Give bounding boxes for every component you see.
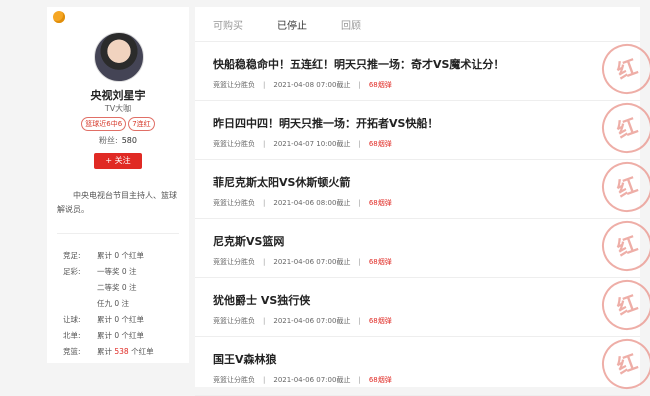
stat-value: 二等奖 0 注	[97, 283, 137, 292]
article-category: 竞篮让分胜负	[213, 317, 255, 325]
article-meta: 竞篮让分胜负 | 2021-04-06 07:00截止 | 68烟弹	[213, 316, 392, 326]
profile-bio: 中央电视台节目主持人、篮球解说员。	[57, 191, 177, 214]
stat-row: 足彩: 一等奖 0 注	[63, 264, 154, 280]
articles-panel: 可购买 已停止 回顾 快船稳稳命中！五连红！明天只推一场：奇才VS魔术让分！ 竞…	[195, 7, 650, 396]
red-stamp-icon: 红	[594, 272, 650, 338]
stat-label: 竞足:	[63, 251, 81, 260]
stat-value-prefix: 累计	[97, 347, 115, 356]
article-meta: 竞篮让分胜负 | 2021-04-08 07:00截止 | 68烟弹	[213, 80, 392, 90]
article-deadline: 2021-04-06 07:00截止	[273, 258, 351, 266]
coin-icon	[53, 11, 65, 23]
article-title[interactable]: 国王V森林狼	[213, 351, 277, 367]
stat-value-suffix: 个红单	[128, 347, 154, 356]
separator: |	[263, 140, 266, 148]
separator: |	[263, 258, 266, 266]
separator: |	[358, 317, 361, 325]
profile-badges: 篮球近6中6 7连红	[47, 117, 189, 131]
separator: |	[358, 81, 361, 89]
stat-label: 足彩:	[63, 267, 81, 276]
tab-stopped[interactable]: 已停止	[277, 17, 307, 32]
article-title[interactable]: 快船稳稳命中！五连红！明天只推一场：奇才VS魔术让分！	[213, 56, 504, 72]
fans-number: 580	[121, 136, 137, 145]
article-deadline: 2021-04-06 07:00截止	[273, 376, 351, 384]
article-meta: 竞篮让分胜负 | 2021-04-06 07:00截止 | 68烟弹	[213, 257, 392, 267]
fans-count: 粉丝: 580	[47, 135, 189, 146]
article-category: 竞篮让分胜负	[213, 81, 255, 89]
article-category: 竞篮让分胜负	[213, 258, 255, 266]
red-stamp-icon: 红	[594, 213, 650, 279]
stat-row: 竞足: 累计 0 个红单	[63, 248, 154, 264]
stat-value: 累计 0 个红单	[97, 251, 145, 260]
streak-badge: 7连红	[128, 117, 155, 131]
separator: |	[358, 376, 361, 384]
article-category: 竞篮让分胜负	[213, 376, 255, 384]
follow-button[interactable]: + 关注	[94, 153, 142, 169]
stat-label: 竞篮:	[63, 347, 81, 356]
separator: |	[358, 140, 361, 148]
article-deadline: 2021-04-07 10:00截止	[273, 140, 351, 148]
separator: |	[263, 317, 266, 325]
article-meta: 竞篮让分胜负 | 2021-04-06 08:00截止 | 68烟弹	[213, 198, 392, 208]
article-price: 68烟弹	[368, 81, 392, 89]
list-item[interactable]: 尼克斯VS篮网 竞篮让分胜负 | 2021-04-06 07:00截止 | 68烟弹 红	[195, 213, 650, 279]
separator: |	[263, 376, 266, 384]
stat-row: 任九 0 注	[63, 296, 154, 312]
article-title[interactable]: 尼克斯VS篮网	[213, 233, 284, 249]
separator: |	[358, 258, 361, 266]
article-price: 68烟弹	[368, 199, 392, 207]
profile-card: 央视刘星宇 TV大咖 篮球近6中6 7连红 粉丝: 580 + 关注 中央电视台节…	[47, 7, 189, 363]
stat-row: 二等奖 0 注	[63, 280, 154, 296]
stat-value: 累计 0 个红单	[97, 331, 145, 340]
separator: |	[358, 199, 361, 207]
stats-list: 竞足: 累计 0 个红单 足彩: 一等奖 0 注 二等奖 0 注 任九 0 注 让球…	[63, 248, 154, 360]
stat-value: 累计 538 个红单	[97, 344, 154, 360]
article-title[interactable]: 菲尼克斯太阳VS休斯顿火箭	[213, 174, 350, 190]
article-category: 竞篮让分胜负	[213, 140, 255, 148]
article-price: 68烟弹	[368, 258, 392, 266]
fans-label: 粉丝:	[99, 136, 118, 145]
stat-label: 让球:	[63, 315, 81, 324]
stat-highlight: 538	[114, 347, 129, 356]
stat-value: 任九 0 注	[97, 299, 130, 308]
article-deadline: 2021-04-06 08:00截止	[273, 199, 351, 207]
tab-available[interactable]: 可购买	[213, 17, 243, 32]
red-stamp-icon: 红	[594, 154, 650, 220]
list-item[interactable]: 犹他爵士 VS独行侠 竞篮让分胜负 | 2021-04-06 07:00截止 | 68烟…	[195, 272, 650, 338]
red-stamp-icon: 红	[594, 36, 650, 102]
list-item[interactable]: 菲尼克斯太阳VS休斯顿火箭 竞篮让分胜负 | 2021-04-06 08:00截止 |…	[195, 154, 650, 220]
article-meta: 竞篮让分胜负 | 2021-04-07 10:00截止 | 68烟弹	[213, 139, 392, 149]
list-item[interactable]: 国王V森林狼 竞篮让分胜负 | 2021-04-06 07:00截止 | 68烟弹 红	[195, 331, 650, 396]
stat-row: 竞篮: 累计 538 个红单	[63, 344, 154, 360]
separator: |	[263, 199, 266, 207]
tab-review[interactable]: 回顾	[341, 17, 361, 32]
article-meta: 竞篮让分胜负 | 2021-04-06 07:00截止 | 68烟弹	[213, 375, 392, 385]
profile-subtitle: TV大咖	[104, 104, 132, 113]
article-deadline: 2021-04-08 07:00截止	[273, 81, 351, 89]
article-deadline: 2021-04-06 07:00截止	[273, 317, 351, 325]
red-stamp-icon: 红	[594, 331, 650, 396]
article-price: 68烟弹	[368, 376, 392, 384]
stat-label: 北单:	[63, 331, 81, 340]
list-item[interactable]: 快船稳稳命中！五连红！明天只推一场：奇才VS魔术让分！ 竞篮让分胜负 | 2021-…	[195, 36, 650, 102]
profile-name: 央视刘星宇	[90, 89, 146, 102]
stat-label	[63, 296, 97, 312]
article-title[interactable]: 昨日四中四！明天只推一场：开拓者VS快船！	[213, 115, 438, 131]
article-title[interactable]: 犹他爵士 VS独行侠	[213, 292, 310, 308]
list-item[interactable]: 昨日四中四！明天只推一场：开拓者VS快船！ 竞篮让分胜负 | 2021-04-07 …	[195, 95, 650, 161]
separator: |	[263, 81, 266, 89]
stat-row: 北单: 累计 0 个红单	[63, 328, 154, 344]
divider	[57, 233, 179, 234]
record-badge: 篮球近6中6	[81, 117, 127, 131]
tab-bar: 可购买 已停止 回顾	[195, 7, 640, 42]
stat-label	[63, 280, 97, 296]
stat-value: 一等奖 0 注	[97, 267, 137, 276]
avatar[interactable]	[94, 32, 144, 82]
article-price: 68烟弹	[368, 140, 392, 148]
stat-row: 让球: 累计 0 个红单	[63, 312, 154, 328]
article-price: 68烟弹	[368, 317, 392, 325]
red-stamp-icon: 红	[594, 95, 650, 161]
stat-value: 累计 0 个红单	[97, 315, 145, 324]
article-category: 竞篮让分胜负	[213, 199, 255, 207]
